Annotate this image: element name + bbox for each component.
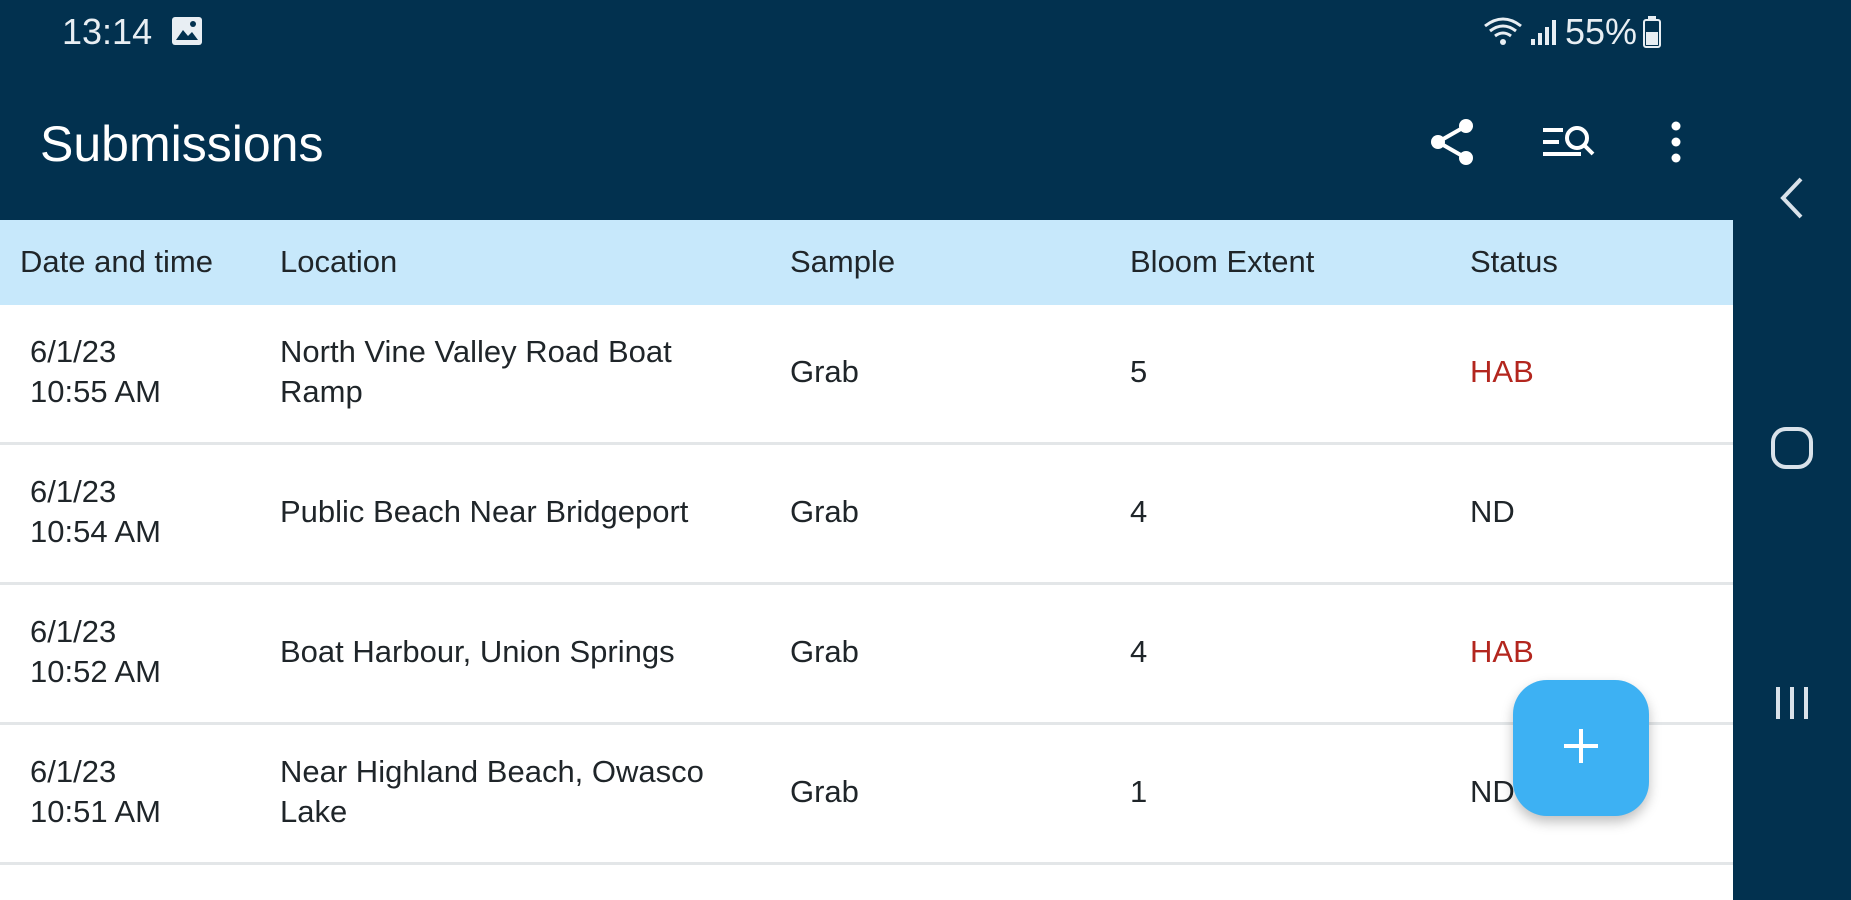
row-bloom-extent: 1 <box>1130 774 1148 809</box>
row-location-line1: North Vine Valley Road Boat <box>280 334 672 369</box>
table-row[interactable]: 6/1/23 10:52 AM Boat Harbour, Union Spri… <box>0 585 1733 725</box>
column-header-status[interactable]: Status <box>1470 242 1558 282</box>
row-location-line1: Public Beach Near Bridgeport <box>280 494 689 529</box>
table-header: Date and time Location Sample Bloom Exte… <box>0 220 1733 305</box>
search-filter-icon <box>1541 120 1597 169</box>
status-indicators: 55% <box>1483 10 1662 54</box>
row-date: 6/1/23 <box>30 754 117 789</box>
row-sample: Grab <box>790 634 859 669</box>
share-button[interactable] <box>1420 112 1484 176</box>
row-sample: Grab <box>790 494 859 529</box>
add-submission-button[interactable] <box>1513 680 1649 816</box>
row-time: 10:55 AM <box>30 374 161 409</box>
row-location-line2: Lake <box>280 794 348 829</box>
table-row[interactable]: 6/1/23 10:55 AM North Vine Valley Road B… <box>0 305 1733 445</box>
row-sample: Grab <box>790 774 859 809</box>
row-bloom-extent: 4 <box>1130 634 1148 669</box>
row-location-line1: Boat Harbour, Union Springs <box>280 634 675 669</box>
row-status: ND <box>1470 494 1515 529</box>
row-sample: Grab <box>790 354 859 389</box>
row-status: HAB <box>1470 354 1534 389</box>
row-location-line2: Ramp <box>280 374 363 409</box>
row-bloom-extent: 4 <box>1130 494 1148 529</box>
status-bar: 13:14 55% <box>0 0 1733 70</box>
plus-icon <box>1561 726 1601 771</box>
row-bloom-extent: 5 <box>1130 354 1148 389</box>
submissions-table: Date and time Location Sample Bloom Exte… <box>0 220 1733 900</box>
row-time: 10:54 AM <box>30 514 161 549</box>
table-row[interactable]: 6/1/23 10:51 AM Near Highland Beach, Owa… <box>0 725 1733 865</box>
battery-icon <box>1643 16 1662 48</box>
more-options-button[interactable] <box>1644 112 1708 176</box>
table-row[interactable]: 6/1/23 10:54 AM Public Beach Near Bridge… <box>0 445 1733 585</box>
system-navigation-bar <box>1733 0 1851 900</box>
back-button[interactable] <box>1733 160 1851 240</box>
row-status: HAB <box>1470 634 1534 669</box>
recents-icon <box>1772 683 1812 728</box>
status-time: 13:14 <box>62 11 153 52</box>
row-location-line1: Near Highland Beach, Owasco <box>280 754 704 789</box>
row-time: 10:52 AM <box>30 654 161 689</box>
row-date: 6/1/23 <box>30 334 117 369</box>
back-icon <box>1777 175 1807 226</box>
home-icon <box>1770 426 1814 475</box>
column-header-bloom-extent[interactable]: Bloom Extent <box>1130 242 1314 282</box>
app-bar: Submissions <box>0 70 1733 220</box>
page-title: Submissions <box>40 116 324 172</box>
column-header-location[interactable]: Location <box>280 242 397 282</box>
share-icon <box>1426 116 1478 173</box>
search-filter-button[interactable] <box>1537 112 1601 176</box>
signal-icon <box>1529 17 1559 47</box>
row-date: 6/1/23 <box>30 474 117 509</box>
row-date: 6/1/23 <box>30 614 117 649</box>
row-time: 10:51 AM <box>30 794 161 829</box>
more-vert-icon <box>1670 120 1682 169</box>
image-icon <box>171 16 203 46</box>
recents-button[interactable] <box>1733 665 1851 745</box>
row-status: ND <box>1470 774 1515 809</box>
column-header-sample[interactable]: Sample <box>790 242 895 282</box>
battery-percent: 55% <box>1565 11 1638 52</box>
home-button[interactable] <box>1733 410 1851 490</box>
column-header-date[interactable]: Date and time <box>20 242 213 282</box>
wifi-icon <box>1483 16 1523 48</box>
